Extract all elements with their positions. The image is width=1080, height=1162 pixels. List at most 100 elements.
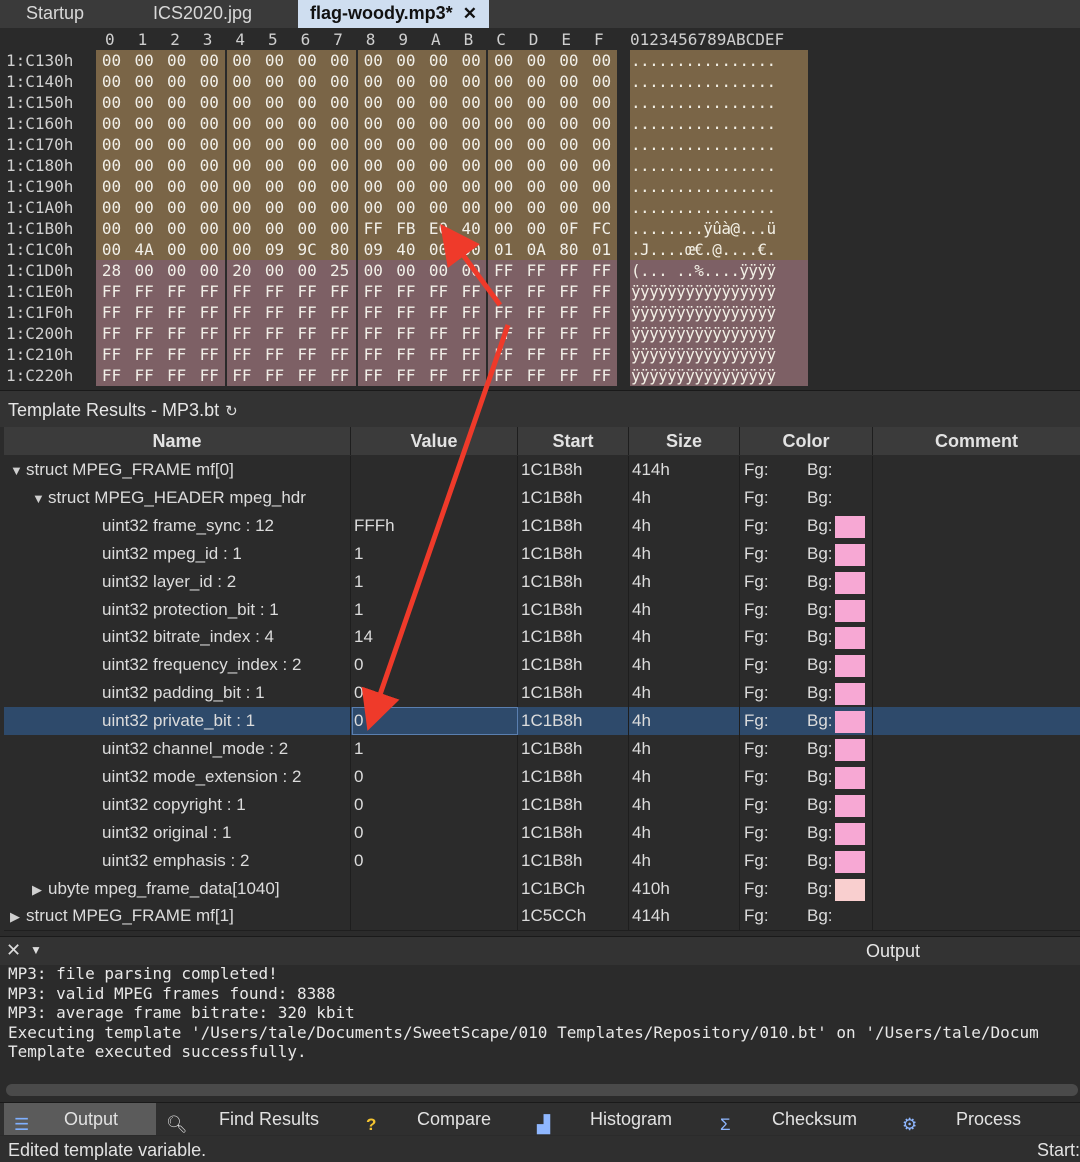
hex-byte[interactable]: 00 [259,113,290,134]
hex-byte[interactable]: 00 [423,134,454,155]
hex-byte[interactable]: FF [96,344,127,365]
hex-byte[interactable]: FF [194,302,225,323]
template-value-cell[interactable]: FFFh [354,512,395,540]
hex-byte[interactable]: FF [324,344,355,365]
hex-byte[interactable]: FF [390,365,421,386]
bg-color-swatch[interactable] [835,850,865,873]
hex-byte[interactable]: 00 [292,134,323,155]
hex-byte[interactable]: FF [521,260,552,281]
hex-byte[interactable]: 00 [456,134,487,155]
hex-byte[interactable]: 00 [553,71,584,92]
hex-byte[interactable]: 28 [96,260,127,281]
hex-byte[interactable]: 20 [226,260,257,281]
hex-byte[interactable]: 00 [194,218,225,239]
hex-byte[interactable]: 4A [129,239,160,260]
hex-byte[interactable]: 00 [521,176,552,197]
hex-byte[interactable]: 00 [259,50,290,71]
hex-byte[interactable]: 00 [161,50,192,71]
hex-byte[interactable]: 00 [161,260,192,281]
hex-byte[interactable]: 00 [456,176,487,197]
hex-byte[interactable]: FF [488,323,519,344]
hex-byte[interactable]: 00 [586,113,617,134]
hex-byte[interactable]: FF [390,323,421,344]
template-row[interactable]: uint32 mpeg_id : 1 1 1C1B8h 4h Fg: Bg: [4,539,1080,569]
hex-byte[interactable]: FF [586,323,617,344]
ascii-row[interactable]: (... ..%....ÿÿÿÿ [631,260,776,281]
hex-byte[interactable]: 00 [358,113,389,134]
bg-color-swatch[interactable] [835,655,865,678]
close-icon[interactable]: ✕ [6,940,21,961]
template-row[interactable]: uint32 frequency_index : 2 0 1C1B8h 4h Fg: Bg… [4,651,1080,681]
hex-byte[interactable]: FF [423,302,454,323]
expanded-triangle-icon[interactable]: ▼ [32,485,48,512]
hex-byte[interactable]: 00 [226,197,257,218]
hex-byte[interactable]: 01 [488,239,519,260]
hex-byte[interactable]: 00 [488,218,519,239]
tab-startup[interactable]: Startup [26,0,84,28]
hex-byte[interactable]: 00 [292,50,323,71]
hex-byte[interactable]: 00 [324,113,355,134]
hex-byte[interactable]: 00 [423,155,454,176]
hex-byte[interactable]: 00 [194,50,225,71]
hex-byte[interactable]: FF [390,302,421,323]
hex-byte[interactable]: FF [423,344,454,365]
hex-byte[interactable]: FF [521,281,552,302]
hex-byte[interactable]: 00 [194,113,225,134]
hex-byte[interactable]: 80 [324,239,355,260]
hex-byte[interactable]: 00 [96,92,127,113]
hex-byte[interactable]: 00 [96,218,127,239]
ascii-row[interactable]: ÿÿÿÿÿÿÿÿÿÿÿÿÿÿÿÿ [631,365,776,386]
hex-byte[interactable]: 00 [292,197,323,218]
ascii-row[interactable]: ................ [631,71,776,92]
ascii-row[interactable]: ................ [631,92,776,113]
hex-byte[interactable]: 00 [324,218,355,239]
hex-byte[interactable]: 00 [586,176,617,197]
hex-byte[interactable]: 00 [423,71,454,92]
hex-byte[interactable]: FF [129,344,160,365]
hex-byte[interactable]: 00 [553,155,584,176]
hex-byte[interactable]: FF [553,302,584,323]
hex-byte[interactable]: 00 [259,71,290,92]
hex-byte[interactable]: 00 [161,71,192,92]
hex-byte[interactable]: 00 [129,134,160,155]
hex-byte[interactable]: 00 [553,176,584,197]
bg-color-swatch[interactable] [835,739,865,761]
column-comment[interactable]: Comment [873,427,1080,455]
collapsed-triangle-icon[interactable]: ▶ [10,903,26,930]
hex-byte[interactable]: 00 [488,71,519,92]
hex-byte[interactable]: FF [259,281,290,302]
hex-byte[interactable]: 00 [194,71,225,92]
template-value-cell[interactable]: 0 [354,819,363,847]
hex-byte[interactable]: 00 [129,71,160,92]
template-value-cell[interactable]: 0 [354,707,363,735]
hex-byte[interactable]: 00 [488,50,519,71]
hex-byte[interactable]: 00 [586,134,617,155]
hex-byte[interactable]: 00 [586,71,617,92]
hex-byte[interactable]: 00 [390,113,421,134]
hex-byte[interactable]: FF [226,344,257,365]
hex-byte[interactable]: 00 [194,176,225,197]
hex-byte[interactable]: 09 [358,239,389,260]
hex-byte[interactable]: 00 [194,155,225,176]
template-row[interactable]: uint32 bitrate_index : 4 14 1C1B8h 4h Fg: Bg: [4,623,1080,653]
ascii-row[interactable]: ÿÿÿÿÿÿÿÿÿÿÿÿÿÿÿÿ [631,323,776,344]
template-row[interactable]: uint32 padding_bit : 1 0 1C1B8h 4h Fg: Bg: [4,679,1080,709]
value-edit-box[interactable] [352,707,518,736]
hex-byte[interactable]: 00 [324,176,355,197]
ascii-row[interactable]: ÿÿÿÿÿÿÿÿÿÿÿÿÿÿÿÿ [631,344,776,365]
hex-byte[interactable]: 40 [456,218,487,239]
hex-byte[interactable]: FF [423,281,454,302]
hex-byte[interactable]: 00 [586,155,617,176]
hex-byte[interactable]: 00 [259,176,290,197]
hex-byte[interactable]: FF [488,302,519,323]
hex-byte[interactable]: FF [553,365,584,386]
hex-byte[interactable]: FF [96,323,127,344]
bg-color-swatch[interactable] [835,627,865,650]
bg-color-swatch[interactable] [835,878,865,901]
hex-byte[interactable]: 00 [586,50,617,71]
hex-byte[interactable]: 00 [161,155,192,176]
hex-byte[interactable]: FF [423,365,454,386]
hex-byte[interactable]: FF [390,281,421,302]
hex-byte[interactable]: 0F [553,218,584,239]
hex-byte[interactable]: FF [488,365,519,386]
